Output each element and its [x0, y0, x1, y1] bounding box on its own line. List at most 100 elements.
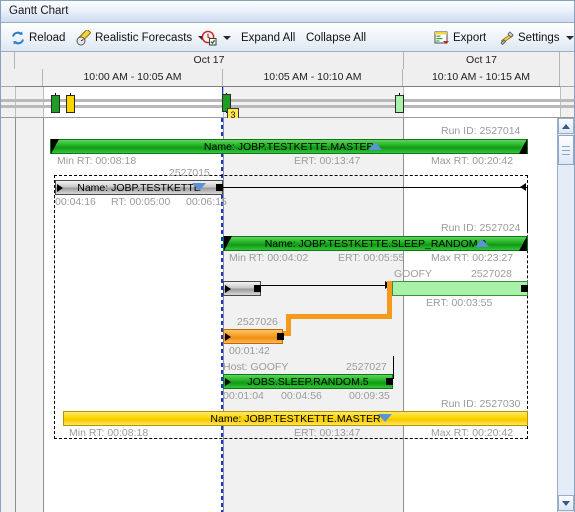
task-0-max-rt: Max RT: 00:20:42 — [431, 155, 514, 167]
task-1-t1: 00:04:16 — [55, 196, 96, 208]
timeline-corner-right — [560, 52, 574, 69]
scrollbar-down-button[interactable] — [558, 495, 574, 511]
timeline-slot-0: 10:00 AM - 10:05 AM — [43, 69, 223, 86]
scrollbar-grip-2 — [562, 150, 570, 151]
task-0-ert: ERT: 00:13:47 — [294, 155, 361, 167]
milestone-lightgreen-1[interactable] — [395, 95, 404, 113]
timeline-slot-spacer — [15, 69, 43, 86]
realistic-forecasts-button[interactable]: Realistic Forecasts — [73, 23, 209, 52]
scroll-up-icon — [562, 123, 570, 129]
task-7-max-rt: Max RT: 00:20:42 — [431, 427, 514, 439]
canvas-gutter-left — [1, 118, 15, 512]
expand-all-label: Expand All — [241, 31, 296, 44]
realistic-forecasts-label: Realistic Forecasts — [95, 31, 193, 44]
milestone-rail-upper — [1, 99, 574, 102]
task-0-bar[interactable]: Name: JOBP.TESTKETTE.MASTER — [50, 139, 528, 154]
task-1-end-marker — [216, 184, 223, 191]
scrollbar-thumb[interactable] — [558, 135, 574, 165]
expand-all-button[interactable]: Expand All — [238, 23, 298, 52]
timeline-slot-1: 10:05 AM - 10:10 AM — [223, 69, 403, 86]
task-6-start-arrow — [225, 378, 231, 386]
scrollbar-grip-3 — [562, 154, 570, 155]
task-2-cap-left — [224, 236, 232, 251]
settings-label: Settings — [518, 31, 560, 44]
task-6-t1: 00:01:04 — [223, 390, 264, 402]
ruler-icon — [76, 28, 92, 46]
vertical-scrollbar[interactable] — [557, 118, 574, 512]
milestone-divider-1 — [43, 87, 44, 117]
task-1-start-arrow — [57, 184, 63, 192]
timeline-day-0: Oct 17 — [15, 52, 404, 69]
task-6-end-marker — [386, 378, 393, 385]
export-label: Export — [453, 31, 487, 44]
dep-link-1-v — [527, 187, 528, 231]
task-6-host: Host: GOOFY — [223, 361, 289, 373]
task-0-name: Name: JOBP.TESTKETTE.MASTER — [203, 141, 375, 153]
task-1-run-id: 2527015 — [169, 167, 210, 179]
milestone-divider-0 — [15, 87, 16, 117]
task-3-host: GOOFY — [394, 268, 432, 280]
task-0-cap-right — [519, 139, 527, 154]
task-3-bar[interactable] — [392, 281, 528, 296]
export-icon — [434, 30, 450, 46]
tools-icon — [499, 30, 515, 46]
timeline-day-row: Oct 17 Oct 17 — [1, 52, 574, 69]
timeline-day-1: Oct 17 — [404, 52, 560, 69]
export-button[interactable]: Export — [431, 23, 489, 52]
task-3-run-id: 2527028 — [471, 268, 512, 280]
task-3-end-marker — [521, 285, 528, 292]
milestone-rail-lower — [1, 105, 574, 108]
triangle-down-icon-task-7[interactable] — [378, 414, 392, 422]
reload-label: Reload — [29, 31, 66, 44]
task-7-bar[interactable]: Name: JOBP.TESTKETTE.MASTER — [63, 411, 528, 426]
filter-clock-icon — [201, 30, 217, 46]
page-title: Gantt Chart — [9, 5, 69, 17]
task-0-run-id: Run ID: 2527014 — [441, 125, 521, 137]
task-5-bar[interactable] — [223, 329, 283, 344]
timeline-header: Oct 17 Oct 17 10:00 AM - 10:05 AM 10:05 … — [1, 52, 574, 103]
settings-button[interactable]: Settings — [496, 23, 575, 52]
task-6-bar[interactable]: JOBS.SLEEP.RANDOM.5 — [223, 374, 393, 389]
gridline-0 — [15, 118, 16, 512]
reload-button[interactable]: Reload — [7, 23, 68, 52]
triangle-up-icon-task-0[interactable] — [368, 142, 382, 150]
task-4-start-arrow — [225, 285, 231, 293]
timeline-slot-2: 10:10 AM - 10:15 AM — [403, 69, 560, 86]
gantt-chart-window: Gantt Chart Reload Realistic Forecasts E… — [0, 0, 575, 512]
scrollbar-grip-1 — [562, 146, 570, 147]
task-5-run-id: 2527026 — [237, 316, 278, 328]
collapse-all-button[interactable]: Collapse All — [303, 23, 369, 52]
gridline-1 — [43, 118, 44, 512]
timeline-slot-row: 10:00 AM - 10:05 AM 10:05 AM - 10:10 AM … — [1, 69, 574, 103]
triangle-down-icon-task-1[interactable] — [192, 183, 206, 191]
task-1-t2: RT: 00:05:00 — [111, 196, 171, 208]
milestone-yellow-1[interactable] — [66, 95, 75, 113]
task-6-t3: 00:09:35 — [349, 390, 390, 402]
chevron-down-icon-settings[interactable] — [565, 35, 574, 40]
orange-link-h-mid — [286, 314, 392, 319]
milestone-green-1[interactable] — [51, 95, 60, 113]
dep-link-2-h — [261, 285, 391, 286]
task-7-min-rt: Min RT: 00:08:18 — [69, 427, 149, 439]
task-2-max-rt: Max RT: 00:23:27 — [431, 252, 514, 264]
milestone-strip: 3 — [1, 87, 574, 121]
task-5-duration: 00:01:42 — [229, 345, 270, 357]
reload-icon — [10, 30, 26, 46]
task-3-ert: ERT: 00:03:55 — [426, 297, 493, 309]
filter-clock-button[interactable] — [198, 23, 234, 52]
gantt-canvas[interactable]: Run ID: 2527014 Name: JOBP.TESTKETTE.MAS… — [1, 118, 574, 512]
task-7-run-id: Run ID: 2527030 — [441, 398, 521, 410]
canvas-rowheader-band — [16, 118, 43, 512]
chevron-down-icon-filter[interactable] — [223, 35, 231, 40]
milestone-band-2 — [403, 87, 560, 117]
collapse-all-label: Collapse All — [306, 31, 367, 44]
task-1-t3: 00:06:15 — [186, 196, 227, 208]
dep-link-1-h — [223, 187, 528, 188]
dep-link-1-arrow — [520, 183, 526, 191]
milestone-divider-4 — [560, 87, 561, 117]
task-6-name: JOBS.SLEEP.RANDOM.5 — [247, 376, 369, 388]
scrollbar-up-button[interactable] — [558, 118, 574, 134]
task-6-t2: 00:04:56 — [281, 390, 322, 402]
toolbar: Reload Realistic Forecasts Expand All Co… — [1, 23, 574, 52]
triangle-up-icon-task-2[interactable] — [475, 239, 489, 247]
